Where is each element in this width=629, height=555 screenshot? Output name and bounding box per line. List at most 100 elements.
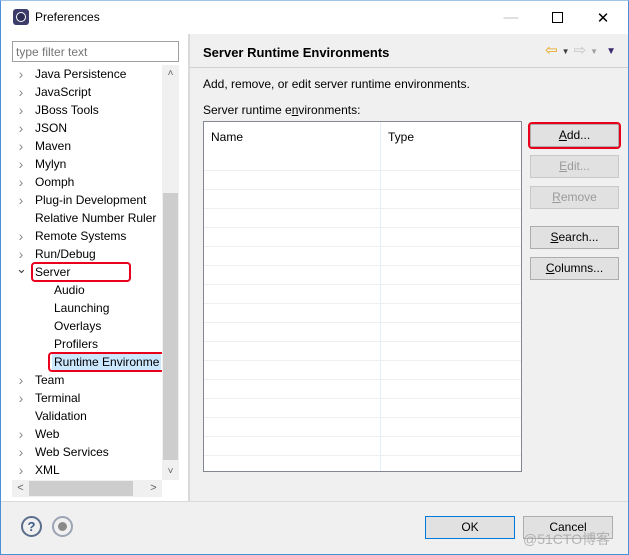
tree-item-label: Mylyn bbox=[35, 157, 67, 171]
tree-item[interactable]: › Remote Systems bbox=[12, 227, 162, 245]
chevron-right-icon[interactable]: › bbox=[16, 119, 26, 137]
tree-item-label: JavaScript bbox=[35, 85, 92, 99]
watermark: @51CTO博客 bbox=[523, 531, 611, 547]
tree-item-label: Remote Systems bbox=[35, 229, 127, 243]
tree-item[interactable]: Relative Number Ruler bbox=[12, 209, 162, 227]
tree-item[interactable]: › Oomph bbox=[12, 173, 162, 191]
chevron-right-icon[interactable]: › bbox=[16, 155, 26, 173]
remove-button[interactable]: Remove bbox=[530, 186, 619, 209]
tree-item-label: Audio bbox=[54, 283, 85, 297]
title-bar: Preferences — ✕ bbox=[1, 1, 628, 34]
tree-item-label: Maven bbox=[35, 139, 72, 153]
columns-button[interactable]: Columns... bbox=[530, 257, 619, 280]
minimize-button[interactable]: — bbox=[488, 1, 534, 34]
help-icon[interactable]: ? bbox=[21, 516, 42, 537]
chevron-right-icon[interactable]: › bbox=[16, 461, 26, 479]
ok-button[interactable]: OK bbox=[425, 516, 515, 539]
tree-item[interactable]: › Java Persistence bbox=[12, 65, 162, 83]
chevron-right-icon[interactable]: › bbox=[16, 443, 26, 461]
tree-item[interactable]: › Terminal bbox=[12, 389, 162, 407]
button-label: olumns... bbox=[554, 261, 604, 275]
scroll-left-arrow-icon[interactable]: < bbox=[12, 480, 29, 497]
tree-item[interactable]: › Team bbox=[12, 371, 162, 389]
chevron-right-icon[interactable]: › bbox=[16, 425, 26, 443]
tree-item-label: JBoss Tools bbox=[35, 103, 99, 117]
tree-item[interactable]: › Web Services bbox=[12, 443, 162, 461]
table-row-gridline bbox=[204, 227, 521, 228]
vertical-scroll-thumb[interactable] bbox=[163, 193, 178, 460]
runtime-environments-table[interactable]: Name Type bbox=[203, 121, 522, 472]
tree-item[interactable]: Overlays bbox=[12, 317, 162, 335]
tree-item-label: Run/Debug bbox=[35, 247, 96, 261]
back-dropdown-icon[interactable]: ▼ bbox=[562, 47, 570, 56]
mnemonic: R bbox=[552, 190, 561, 204]
tree-item[interactable]: Audio bbox=[12, 281, 162, 299]
forward-dropdown-icon[interactable]: ▼ bbox=[590, 47, 598, 56]
chevron-right-icon[interactable]: › bbox=[16, 83, 26, 101]
tree-item-label: Terminal bbox=[35, 391, 81, 405]
table-row-gridline bbox=[204, 322, 521, 323]
tree-item[interactable]: › Run/Debug bbox=[12, 245, 162, 263]
maximize-button[interactable] bbox=[534, 1, 580, 34]
tree-item[interactable]: › Mylyn bbox=[12, 155, 162, 173]
page-content: Add, remove, or edit server runtime envi… bbox=[190, 68, 628, 501]
chevron-right-icon[interactable]: › bbox=[16, 191, 26, 209]
tree-item[interactable]: › XML bbox=[12, 461, 162, 479]
preferences-window: Preferences — ✕ › Java Persistence › JavaSc… bbox=[0, 0, 629, 555]
table-row-gridline bbox=[204, 246, 521, 247]
tree-item[interactable]: › JBoss Tools bbox=[12, 101, 162, 119]
maximize-icon bbox=[551, 12, 563, 23]
table-row-gridline bbox=[204, 379, 521, 380]
filter-input[interactable] bbox=[12, 41, 179, 62]
chevron-right-icon[interactable]: › bbox=[16, 173, 26, 191]
edit-button[interactable]: Edit... bbox=[530, 155, 619, 178]
back-arrow-icon[interactable]: ⇦ bbox=[545, 43, 558, 58]
chevron-right-icon[interactable]: › bbox=[16, 101, 26, 119]
table-row-gridline bbox=[204, 341, 521, 342]
view-menu-icon[interactable]: ▼ bbox=[606, 46, 616, 57]
tree-item[interactable]: › Web bbox=[12, 425, 162, 443]
button-label: earch... bbox=[558, 230, 599, 244]
table-row-gridline bbox=[204, 303, 521, 304]
table-row-gridline bbox=[204, 398, 521, 399]
chevron-right-icon[interactable]: › bbox=[16, 137, 26, 155]
tree-item[interactable]: › Maven bbox=[12, 137, 162, 155]
button-label: dit... bbox=[567, 159, 590, 173]
tree-item-label: Relative Number Ruler bbox=[35, 211, 157, 225]
tree-item-label: Web Services bbox=[35, 445, 109, 459]
tree-item-label: JSON bbox=[35, 121, 68, 135]
column-divider bbox=[380, 122, 381, 471]
tree-vertical-scrollbar[interactable]: ˄ ˅ bbox=[162, 65, 179, 480]
chevron-down-icon[interactable]: ⌄ bbox=[16, 262, 27, 281]
tree-horizontal-scrollbar[interactable]: < > bbox=[12, 480, 162, 497]
chevron-right-icon[interactable]: › bbox=[16, 65, 26, 83]
search-button[interactable]: Search... bbox=[530, 226, 619, 249]
scroll-down-arrow-icon[interactable]: ˅ bbox=[162, 463, 179, 480]
table-row-gridline bbox=[204, 417, 521, 418]
forward-arrow-icon[interactable]: ⇨ bbox=[574, 43, 587, 58]
chevron-right-icon[interactable]: › bbox=[16, 227, 26, 245]
scroll-up-arrow-icon[interactable]: ˄ bbox=[162, 65, 179, 82]
page-title: Server Runtime Environments bbox=[203, 45, 390, 60]
tree-item-label: Team bbox=[35, 373, 65, 387]
runtime-list-label: Server runtime environments: bbox=[203, 103, 360, 117]
column-header-name[interactable]: Name bbox=[204, 122, 381, 152]
tree-item[interactable]: › JSON bbox=[12, 119, 162, 137]
button-label: emove bbox=[560, 190, 597, 204]
record-macro-icon[interactable] bbox=[52, 516, 73, 537]
scroll-right-arrow-icon[interactable]: > bbox=[145, 480, 162, 497]
tree-item[interactable]: Profilers bbox=[12, 335, 162, 353]
eclipse-app-icon bbox=[13, 9, 29, 25]
window-title: Preferences bbox=[35, 10, 100, 24]
table-row-gridline bbox=[204, 284, 521, 285]
chevron-right-icon[interactable]: › bbox=[16, 389, 26, 407]
tree-item[interactable]: › JavaScript bbox=[12, 83, 162, 101]
page-navigation: ⇦ ▼ ⇨ ▼ ▼ bbox=[545, 43, 616, 58]
horizontal-scroll-thumb[interactable] bbox=[29, 481, 133, 496]
column-header-type[interactable]: Type bbox=[381, 122, 521, 152]
close-button[interactable]: ✕ bbox=[580, 1, 626, 34]
tree-item[interactable]: › Plug-in Development bbox=[12, 191, 162, 209]
tree-item[interactable]: Validation bbox=[12, 407, 162, 425]
chevron-right-icon[interactable]: › bbox=[16, 371, 26, 389]
tree-item[interactable]: Launching bbox=[12, 299, 162, 317]
